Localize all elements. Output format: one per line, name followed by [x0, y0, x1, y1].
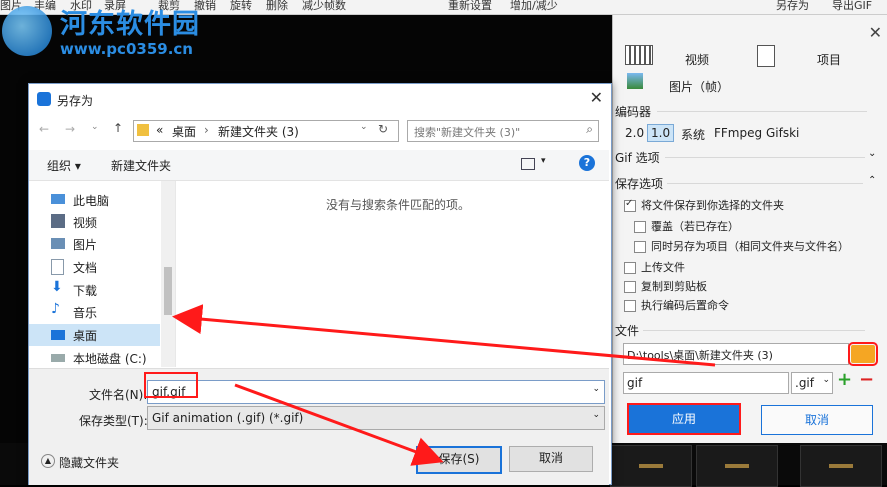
run-after-label: 执行编码后置命令 — [641, 299, 729, 312]
frame-thumbnail[interactable] — [696, 445, 778, 487]
chevron-down-icon[interactable]: ⌄ — [868, 148, 876, 159]
filename-field[interactable]: gif — [623, 372, 789, 394]
save-to-folder-label: 将文件保存到你选择的文件夹 — [641, 199, 784, 212]
toolbar-item[interactable]: 旋转 — [230, 0, 252, 13]
overwrite-label: 覆盖（若已存在） — [651, 220, 739, 233]
encoder-header: 编码器 — [615, 105, 652, 119]
desktop-icon — [51, 330, 65, 340]
folder-icon — [137, 124, 149, 136]
copy-clipboard-checkbox[interactable] — [624, 281, 636, 293]
copy-clipboard-label: 复制到剪贴板 — [641, 280, 707, 293]
toolbar-item[interactable]: 减少帧数 — [302, 0, 346, 13]
refresh-icon: ↻ — [378, 122, 389, 136]
save-as-project-checkbox[interactable] — [634, 241, 646, 253]
encoder-option-ffmpeg[interactable]: FFmpeg — [714, 126, 762, 140]
toolbar-item[interactable]: 增加/减少 — [510, 0, 558, 13]
add-icon[interactable]: + — [837, 369, 852, 390]
download-icon: ⬇ — [51, 279, 63, 295]
encoder-option-gifski[interactable]: Gifski — [766, 126, 799, 140]
export-gif-button[interactable]: 导出GIF — [832, 0, 872, 13]
folder-path-field[interactable]: D:\tools\桌面\新建文件夹 (3) — [623, 343, 849, 365]
history-chevron-icon[interactable]: ⌄ — [91, 122, 99, 132]
watermark-title: 河东软件园 — [60, 9, 200, 40]
watermark-logo-icon — [2, 6, 52, 56]
save-button[interactable]: 保存(S) — [416, 446, 502, 474]
up-icon[interactable]: ↑ — [113, 121, 123, 135]
media-video-option[interactable]: 视频 — [685, 51, 709, 68]
export-options-panel: ✕ 视频 项目 图片（帧） 编码器 2.0 1.0 系统 FFmpeg Gifs… — [612, 15, 887, 443]
media-project-option[interactable]: 项目 — [817, 51, 841, 68]
media-images-option[interactable]: 图片（帧） — [669, 78, 729, 95]
chevron-up-icon[interactable]: ⌃ — [868, 175, 876, 186]
remove-icon[interactable]: − — [859, 369, 874, 390]
forward-icon[interactable]: → — [65, 122, 75, 136]
browse-folder-icon[interactable] — [848, 342, 878, 366]
nav-item-desktop[interactable]: 桌面 — [29, 324, 160, 346]
app-icon — [37, 92, 51, 106]
video-folder-icon — [51, 214, 65, 228]
view-chevron-icon[interactable]: ▾ — [541, 156, 546, 166]
close-icon[interactable]: ✕ — [590, 88, 603, 107]
gif-options-header[interactable]: Gif 选项 — [615, 149, 660, 166]
image-frames-icon — [627, 73, 643, 89]
view-icon[interactable] — [521, 158, 535, 170]
pictures-folder-icon — [51, 238, 65, 249]
address-bar[interactable]: « 桌面 › 新建文件夹 (3) ⌄ ↻ — [133, 120, 399, 142]
project-icon — [757, 45, 775, 67]
file-header: 文件 — [615, 324, 640, 338]
nav-scrollbar[interactable] — [161, 181, 175, 367]
hide-folders-toggle[interactable]: 隐藏文件夹 — [59, 454, 119, 471]
frame-thumbnail[interactable] — [610, 445, 692, 487]
upload-checkbox[interactable] — [624, 262, 636, 274]
organize-menu[interactable]: 组织 ▾ — [47, 157, 81, 174]
save-options-header: 保存选项 — [615, 177, 664, 191]
upload-label: 上传文件 — [641, 261, 685, 274]
computer-icon — [51, 194, 65, 204]
toolbar-item[interactable]: 重新设置 — [448, 0, 492, 13]
expand-icon[interactable]: ▲ — [41, 454, 55, 468]
cancel-button[interactable]: 取消 — [509, 446, 593, 472]
documents-folder-icon — [51, 259, 64, 275]
toolbar-item[interactable]: 删除 — [266, 0, 288, 13]
empty-message: 没有与搜索条件匹配的项。 — [326, 198, 471, 212]
cancel-button[interactable]: 取消 — [761, 405, 873, 435]
disk-icon — [51, 354, 65, 362]
save-as-button[interactable]: 另存为 — [776, 0, 809, 13]
save-as-project-label: 同时另存为项目（相同文件夹与文件名） — [651, 240, 849, 253]
filetype-select[interactable]: Gif animation (.gif) (*.gif) ⌄ — [147, 406, 605, 430]
music-icon: ♪ — [51, 301, 60, 317]
filename-label: 文件名(N): — [89, 388, 148, 402]
save-to-folder-checkbox[interactable] — [624, 198, 636, 212]
back-icon[interactable]: ← — [39, 122, 49, 136]
save-as-dialog: 另存为 ✕ ← → ⌄ ↑ « 桌面 › 新建文件夹 (3) ⌄ ↻ 搜索"新建… — [28, 83, 612, 485]
apply-button[interactable]: 应用 — [627, 403, 741, 435]
encoder-option-system[interactable]: 系统 — [681, 126, 705, 143]
new-folder-button[interactable]: 新建文件夹 — [111, 157, 171, 174]
encoder-option-2-0[interactable]: 2.0 — [625, 126, 644, 140]
video-icon — [625, 45, 653, 65]
help-icon[interactable]: ? — [579, 155, 595, 171]
search-field[interactable]: 搜索"新建文件夹 (3)" ⌕ — [407, 120, 599, 142]
overwrite-checkbox[interactable] — [634, 221, 646, 233]
dialog-title: 另存为 — [57, 94, 94, 108]
encoder-option-1-0[interactable]: 1.0 — [647, 124, 675, 142]
run-after-checkbox[interactable] — [624, 300, 636, 312]
extension-select[interactable]: .gif ⌄ — [791, 372, 833, 394]
search-icon: ⌕ — [586, 122, 593, 136]
filename-input[interactable]: gif.gif ⌄ — [147, 380, 605, 404]
close-icon[interactable]: ✕ — [869, 23, 882, 42]
watermark-url: www.pc0359.cn — [60, 40, 193, 58]
frame-thumbnail[interactable] — [800, 445, 882, 487]
filetype-label: 保存类型(T): — [79, 414, 148, 428]
